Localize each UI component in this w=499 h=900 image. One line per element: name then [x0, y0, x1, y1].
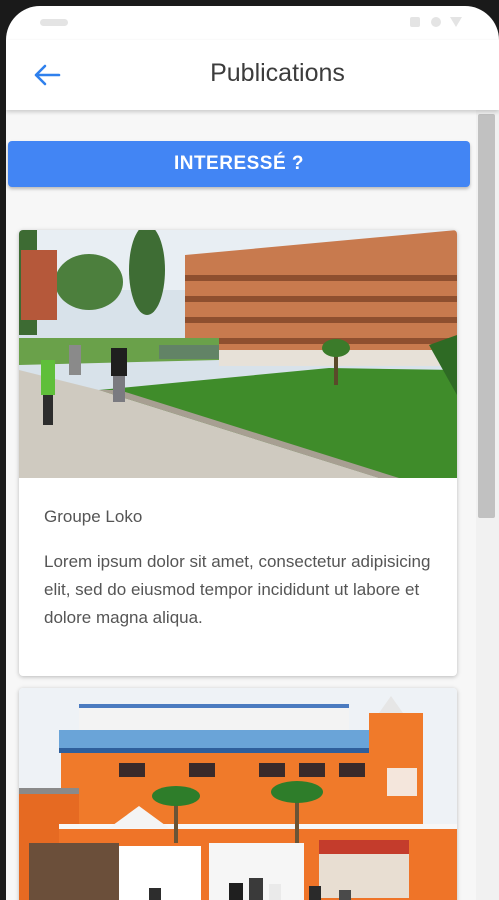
orange-building-photo — [19, 688, 457, 900]
publications-list[interactable]: INTERESSÉ ? Groupe Loko Lorem ipsum dolo… — [6, 110, 476, 900]
phone-screen: Publications INTERESSÉ ? Groupe Loko Lor… — [6, 6, 499, 900]
campus-building-photo — [19, 230, 457, 478]
status-triangle-icon — [450, 17, 462, 27]
status-bar — [6, 6, 499, 40]
status-indicator — [40, 19, 68, 26]
status-circle-icon — [431, 17, 441, 27]
app-bar: Publications — [6, 40, 499, 110]
scrollbar[interactable] — [476, 110, 499, 900]
publication-card[interactable] — [19, 688, 457, 900]
page-title: Publications — [210, 59, 345, 87]
publication-description: Lorem ipsum dolor sit amet, consectetur … — [44, 552, 431, 627]
interested-button[interactable]: INTERESSÉ ? — [8, 141, 470, 187]
scrollbar-thumb[interactable] — [478, 114, 495, 518]
status-square-icon — [410, 17, 420, 27]
publication-card[interactable]: Groupe Loko Lorem ipsum dolor sit amet, … — [19, 230, 457, 676]
publication-title: Groupe Loko — [44, 507, 143, 526]
